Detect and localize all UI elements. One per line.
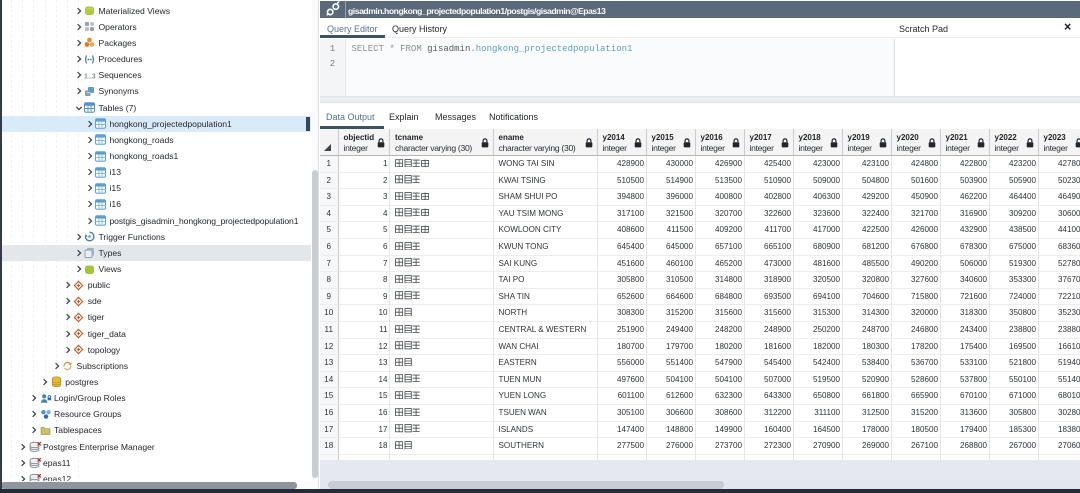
svg-text:1..3: 1..3 (84, 73, 96, 80)
